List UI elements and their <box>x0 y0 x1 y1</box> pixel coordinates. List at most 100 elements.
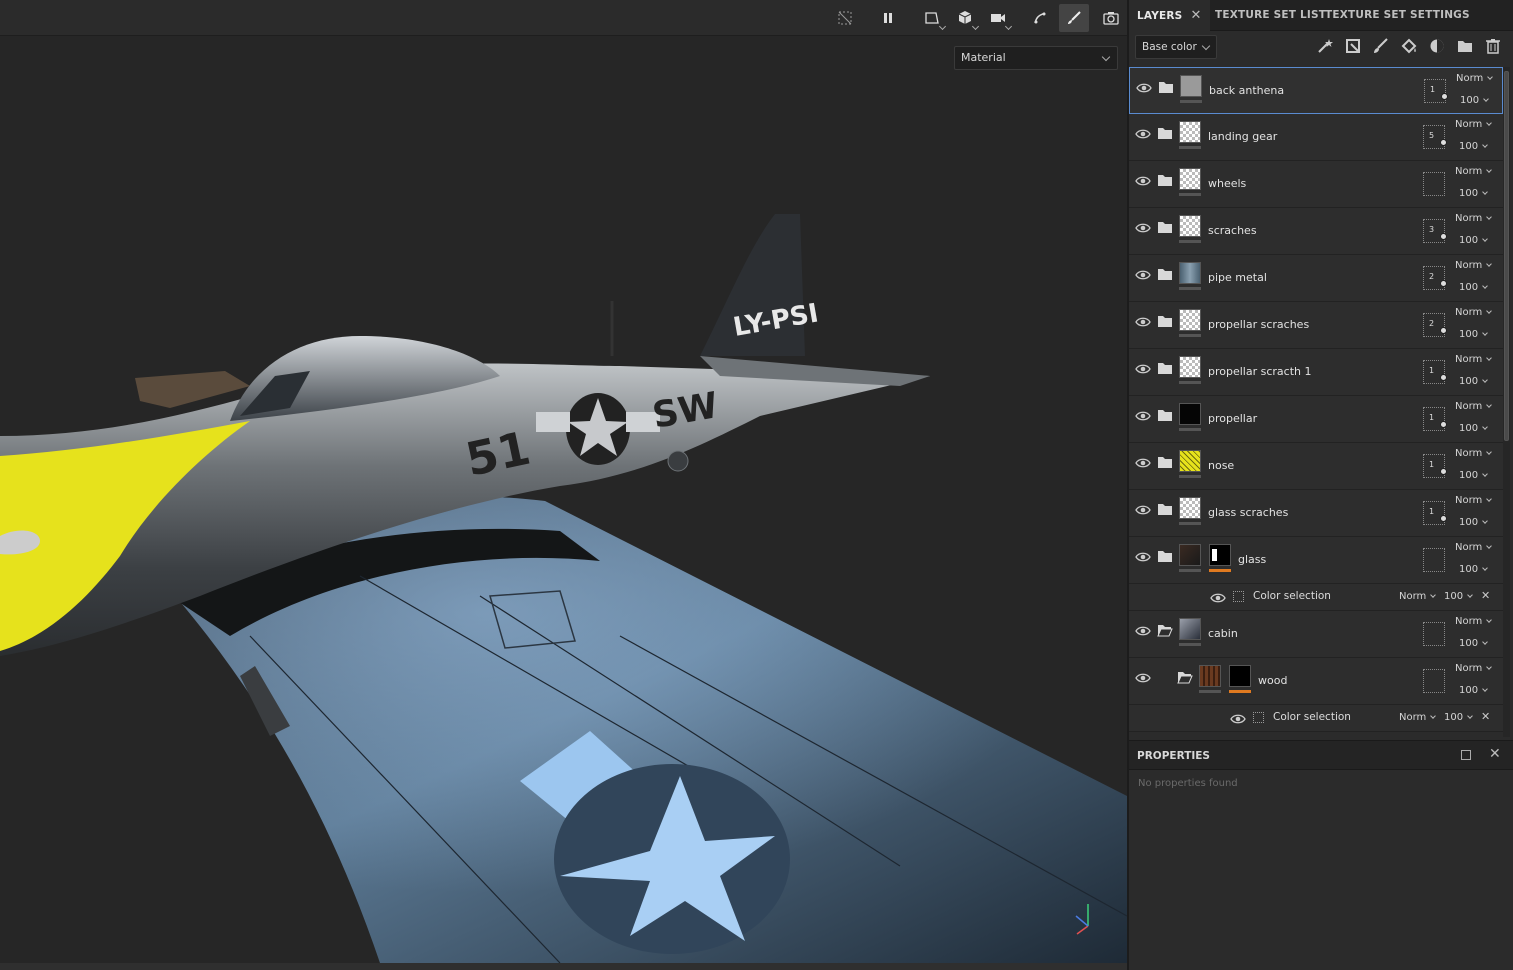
opacity-select[interactable]: 100 <box>1459 470 1488 481</box>
layer-row[interactable]: pipe metal 2 Norm 100 <box>1129 255 1503 302</box>
layer-thumbnail[interactable] <box>1199 665 1221 687</box>
layer-row[interactable]: glass Norm 100 <box>1129 537 1503 584</box>
layer-row[interactable]: scraches 3 Norm 100 <box>1129 208 1503 255</box>
eye-icon[interactable] <box>1230 713 1246 725</box>
blend-mode-select[interactable]: Norm <box>1455 354 1493 365</box>
effect-row[interactable]: Color selection Norm 100 ✕ <box>1129 705 1503 732</box>
layer-row[interactable]: nose 1 Norm 100 <box>1129 443 1503 490</box>
tab-texture-set-list[interactable]: TEXTURE SET LIST <box>1215 0 1326 31</box>
smart-material-icon[interactable] <box>1428 37 1448 57</box>
opacity-select[interactable]: 100 <box>1459 329 1488 340</box>
effect-checkbox[interactable] <box>1233 591 1244 602</box>
opacity-select[interactable]: 100 <box>1459 685 1488 696</box>
eye-icon[interactable] <box>1135 128 1151 140</box>
close-icon[interactable]: ✕ <box>1481 710 1490 723</box>
close-icon[interactable]: ✕ <box>1190 8 1201 23</box>
mask-thumbnail[interactable] <box>1209 544 1231 566</box>
folder-icon[interactable] <box>1456 37 1476 57</box>
layer-thumbnail[interactable] <box>1179 168 1201 190</box>
layer-row[interactable]: wood Norm 100 <box>1129 658 1503 705</box>
mask-slot[interactable] <box>1423 172 1445 196</box>
hide-overlay-icon[interactable] <box>830 4 860 32</box>
layer-row[interactable]: back anthena 1 Norm 100 <box>1129 67 1503 114</box>
blend-mode-select[interactable]: Norm <box>1455 616 1493 627</box>
layer-thumbnail[interactable] <box>1179 215 1201 237</box>
opacity-select[interactable]: 100 <box>1460 95 1489 106</box>
screenshot-icon[interactable] <box>1096 4 1126 32</box>
mask-slot[interactable]: 2 <box>1423 266 1447 290</box>
mask-slot[interactable]: 1 <box>1423 360 1447 384</box>
blend-mode-select[interactable]: Norm <box>1455 119 1493 130</box>
layer-scrollbar[interactable] <box>1503 67 1510 737</box>
layer-row[interactable]: propellar 1 Norm 100 <box>1129 396 1503 443</box>
eye-icon[interactable] <box>1135 551 1151 563</box>
effect-blend-select[interactable]: Norm <box>1399 712 1437 723</box>
blend-mode-select[interactable]: Norm <box>1455 448 1493 459</box>
layer-thumbnail[interactable] <box>1180 75 1202 97</box>
layer-row[interactable]: propellar scraches 2 Norm 100 <box>1129 302 1503 349</box>
effect-row[interactable]: Color selection Norm 100 ✕ <box>1129 584 1503 611</box>
mask-slot[interactable]: 2 <box>1423 313 1447 337</box>
layer-row[interactable]: wheels Norm 100 <box>1129 161 1503 208</box>
opacity-select[interactable]: 100 <box>1459 638 1488 649</box>
layer-row[interactable]: propellar scracth 1 1 Norm 100 <box>1129 349 1503 396</box>
camera-icon[interactable] <box>983 4 1013 32</box>
blend-mode-select[interactable]: Norm <box>1455 307 1493 318</box>
mask-thumbnail[interactable] <box>1229 665 1251 687</box>
opacity-select[interactable]: 100 <box>1459 282 1488 293</box>
mask-slot[interactable]: 3 <box>1423 219 1447 243</box>
tab-layers[interactable]: LAYERS ✕ <box>1129 0 1210 31</box>
layer-row[interactable]: glass scraches 1 Norm 100 <box>1129 490 1503 537</box>
view-3d-icon[interactable] <box>950 4 980 32</box>
blend-mode-select[interactable]: Norm <box>1455 401 1493 412</box>
effect-icon[interactable] <box>1344 37 1364 57</box>
mask-slot[interactable]: 1 <box>1423 501 1447 525</box>
blend-mode-select[interactable]: Norm <box>1455 213 1493 224</box>
eye-icon[interactable] <box>1135 269 1151 281</box>
blend-mode-select[interactable]: Norm <box>1455 495 1493 506</box>
viewport-3d[interactable]: Material LY-PSI 51 SW <box>0 0 1127 970</box>
opacity-select[interactable]: 100 <box>1459 235 1488 246</box>
opacity-select[interactable]: 100 <box>1459 423 1488 434</box>
mask-slot[interactable]: 1 <box>1423 454 1447 478</box>
blend-mode-select[interactable]: Norm <box>1455 166 1493 177</box>
layer-thumbnail[interactable] <box>1179 356 1201 378</box>
layer-row[interactable]: landing gear 5 Norm 100 <box>1129 114 1503 161</box>
opacity-select[interactable]: 100 <box>1459 517 1488 528</box>
effect-opacity-select[interactable]: 100 <box>1444 712 1473 723</box>
layer-thumbnail[interactable] <box>1179 450 1201 472</box>
eye-icon[interactable] <box>1210 592 1226 604</box>
mask-slot[interactable]: 1 <box>1424 79 1448 103</box>
eye-icon[interactable] <box>1135 504 1151 516</box>
mask-slot[interactable]: 5 <box>1423 125 1447 149</box>
layer-thumbnail[interactable] <box>1179 403 1201 425</box>
close-icon[interactable]: ✕ <box>1489 746 1501 762</box>
opacity-select[interactable]: 100 <box>1459 376 1488 387</box>
blend-mode-select[interactable]: Norm <box>1456 73 1494 84</box>
layer-thumbnail[interactable] <box>1179 618 1201 640</box>
effect-checkbox[interactable] <box>1253 712 1264 723</box>
eye-icon[interactable] <box>1135 457 1151 469</box>
eye-icon[interactable] <box>1135 175 1151 187</box>
opacity-select[interactable]: 100 <box>1459 141 1488 152</box>
channel-select[interactable]: Base color <box>1135 35 1217 59</box>
eye-icon[interactable] <box>1135 363 1151 375</box>
blend-mode-select[interactable]: Norm <box>1455 542 1493 553</box>
float-panel-icon[interactable] <box>1461 750 1471 760</box>
fill-icon[interactable] <box>1400 37 1420 57</box>
layer-thumbnail[interactable] <box>1179 544 1201 566</box>
eye-icon[interactable] <box>1135 222 1151 234</box>
symmetry-icon[interactable] <box>1025 4 1055 32</box>
close-icon[interactable]: ✕ <box>1481 589 1490 602</box>
eye-icon[interactable] <box>1136 82 1152 94</box>
magic-wand-icon[interactable] <box>1316 37 1336 57</box>
mask-slot[interactable] <box>1423 548 1445 572</box>
layer-row[interactable]: cabin Norm 100 <box>1129 611 1503 658</box>
effect-opacity-select[interactable]: 100 <box>1444 591 1473 602</box>
layer-thumbnail[interactable] <box>1179 309 1201 331</box>
paint-brush-icon[interactable] <box>1059 4 1089 32</box>
tab-texture-set-settings[interactable]: TEXTURE SET SETTINGS <box>1325 0 1470 31</box>
eye-icon[interactable] <box>1135 625 1151 637</box>
layer-thumbnail[interactable] <box>1179 121 1201 143</box>
eye-icon[interactable] <box>1135 672 1151 684</box>
